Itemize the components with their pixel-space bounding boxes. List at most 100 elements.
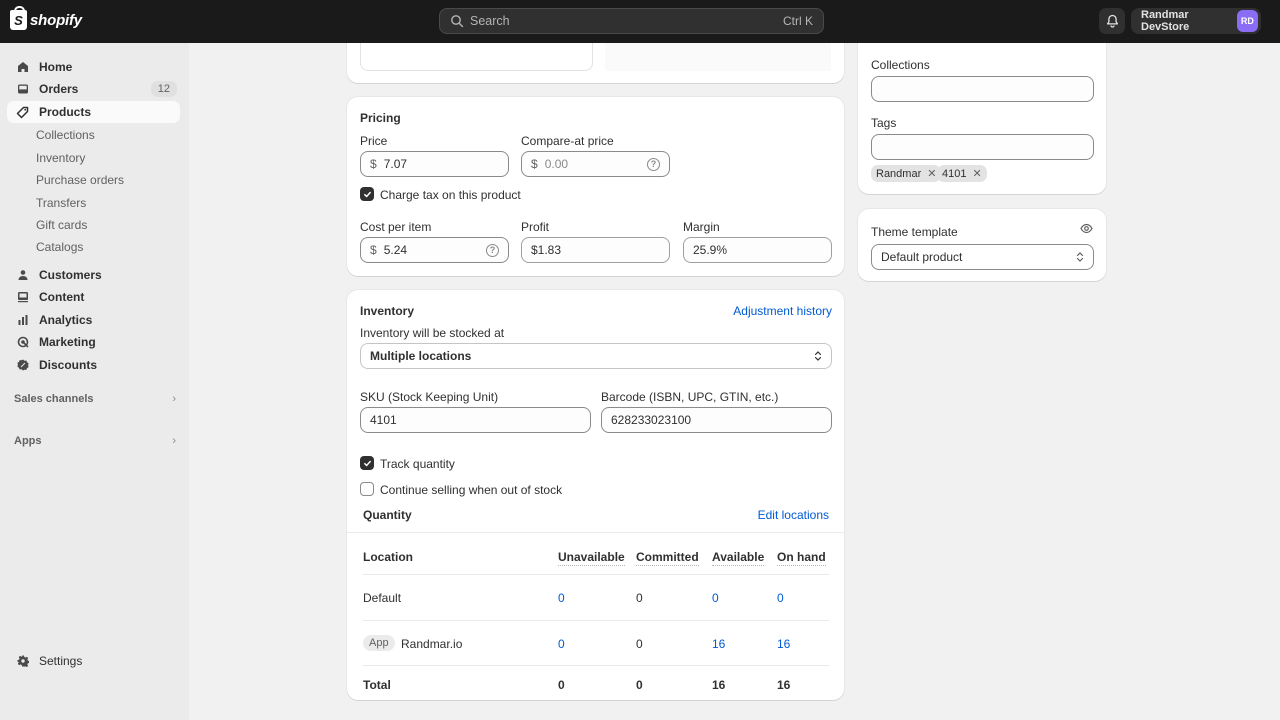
location-name: Randmar.io [401,637,463,651]
sidebar-section-sales-channels[interactable]: Sales channels › [14,393,176,405]
top-bar: S shopify Search Ctrl K Randmar DevStore… [0,0,1280,43]
column-header-unavailable[interactable]: Unavailable [558,550,625,566]
sidebar-item-discounts[interactable]: Discounts [7,354,180,376]
sidebar-subitem-gift-cards[interactable]: Gift cards [36,218,87,232]
sidebar: Home Orders 12 Products Collections Inve… [0,43,189,720]
currency-prefix: $ [370,157,377,171]
barcode-value: 628233023100 [611,413,692,427]
sidebar-item-products[interactable]: Products [7,101,180,123]
currency-prefix: $ [370,243,377,257]
column-header-available[interactable]: Available [712,550,765,566]
stocked-at-label: Inventory will be stocked at [360,326,505,340]
barcode-input[interactable]: 628233023100 [601,407,832,433]
sku-input[interactable]: 4101 [360,407,591,433]
sidebar-item-label: Orders [39,82,79,96]
unavailable-value[interactable]: 0 [558,591,565,605]
on-hand-value[interactable]: 0 [777,591,784,605]
notifications-button[interactable] [1099,8,1125,34]
continue-selling-label: Continue selling when out of stock [380,483,563,497]
search-input[interactable]: Search Ctrl K [439,8,824,34]
column-header-location: Location [363,550,413,564]
available-value[interactable]: 0 [712,591,719,605]
table-divider [363,665,829,666]
help-icon[interactable]: ? [647,157,660,171]
stocked-at-select[interactable]: Multiple locations [360,343,832,369]
store-menu-button[interactable]: Randmar DevStore RD [1131,8,1261,34]
compare-at-price-label: Compare-at price [521,134,614,148]
sidebar-item-analytics[interactable]: Analytics [7,309,180,331]
sidebar-item-orders[interactable]: Orders 12 [7,78,180,100]
remove-tag-icon[interactable]: ✕ [972,167,981,180]
tags-label: Tags [871,116,897,130]
committed-value: 0 [636,637,643,651]
theme-template-select[interactable]: Default product [871,244,1094,270]
total-on-hand: 16 [777,678,791,692]
available-value[interactable]: 16 [712,637,725,651]
table-divider [363,620,829,621]
cost-per-item-input[interactable]: $ 5.24 ? [360,237,509,263]
profit-value: $1.83 [531,243,562,257]
sidebar-subitem-catalogs[interactable]: Catalogs [36,240,83,254]
content-icon [16,291,29,304]
section-label: Apps [14,435,42,447]
remove-tag-icon[interactable]: ✕ [927,167,936,180]
chevron-right-icon: › [172,435,176,447]
edit-locations-link[interactable]: Edit locations [758,508,829,522]
gear-icon [16,655,29,668]
collections-label: Collections [871,58,930,72]
on-hand-value[interactable]: 16 [777,637,790,651]
help-icon[interactable]: ? [486,243,499,257]
sidebar-item-settings[interactable]: Settings [7,650,180,672]
tags-input[interactable] [871,134,1094,160]
column-header-on-hand[interactable]: On hand [777,550,826,566]
app-badge: App [363,635,395,651]
checkmark-icon [363,191,371,197]
track-quantity-label: Track quantity [380,457,455,471]
sku-label: SKU (Stock Keeping Unit) [360,390,499,404]
inventory-title: Inventory [360,304,415,318]
total-unavailable: 0 [558,678,565,692]
price-label: Price [360,134,388,148]
table-divider [363,574,829,575]
compare-at-price-input[interactable]: $ 0.00 ? [521,151,670,177]
sidebar-subitem-collections[interactable]: Collections [36,128,95,142]
profit-field: $1.83 [521,237,670,263]
sidebar-subitem-transfers[interactable]: Transfers [36,196,86,210]
sidebar-item-content[interactable]: Content [7,286,180,308]
sidebar-item-label: Products [39,105,92,119]
collections-input[interactable] [871,76,1094,102]
adjustment-history-link[interactable]: Adjustment history [733,304,832,318]
track-quantity-checkbox[interactable] [360,456,374,470]
sidebar-subitem-purchase-orders[interactable]: Purchase orders [36,173,124,187]
store-name: Randmar DevStore [1141,9,1190,33]
unavailable-value[interactable]: 0 [558,637,565,651]
tag-label: 4101 [942,167,967,180]
target-icon [16,336,29,349]
person-icon [16,269,29,282]
barcode-label: Barcode (ISBN, UPC, GTIN, etc.) [601,390,779,404]
eye-icon[interactable] [1080,223,1093,234]
total-committed: 0 [636,678,643,692]
sidebar-subitem-inventory[interactable]: Inventory [36,151,85,165]
product-organization-card: Collections Tags Randmar ✕ 4101 ✕ [858,20,1106,194]
select-arrows-icon [814,351,822,361]
price-input[interactable]: $ 7.07 [360,151,509,177]
shopify-logo[interactable]: S shopify [10,6,82,30]
sidebar-item-label: Analytics [39,313,93,327]
sidebar-item-marketing[interactable]: Marketing [7,331,180,353]
column-header-committed[interactable]: Committed [636,550,699,566]
sidebar-item-label: Settings [39,654,83,668]
theme-template-label: Theme template [871,225,958,239]
location-name: Default [363,591,402,605]
search-icon [451,15,464,28]
bar-chart-icon [16,314,29,327]
bell-icon [1106,14,1118,28]
margin-field: 25.9% [683,237,832,263]
sidebar-section-apps[interactable]: Apps › [14,435,176,447]
charge-tax-checkbox[interactable] [360,187,374,201]
sidebar-item-home[interactable]: Home [7,56,180,78]
continue-selling-checkbox[interactable] [360,482,374,496]
sidebar-item-customers[interactable]: Customers [7,264,180,286]
inbox-icon [16,83,29,96]
sidebar-item-label: Home [39,60,73,74]
